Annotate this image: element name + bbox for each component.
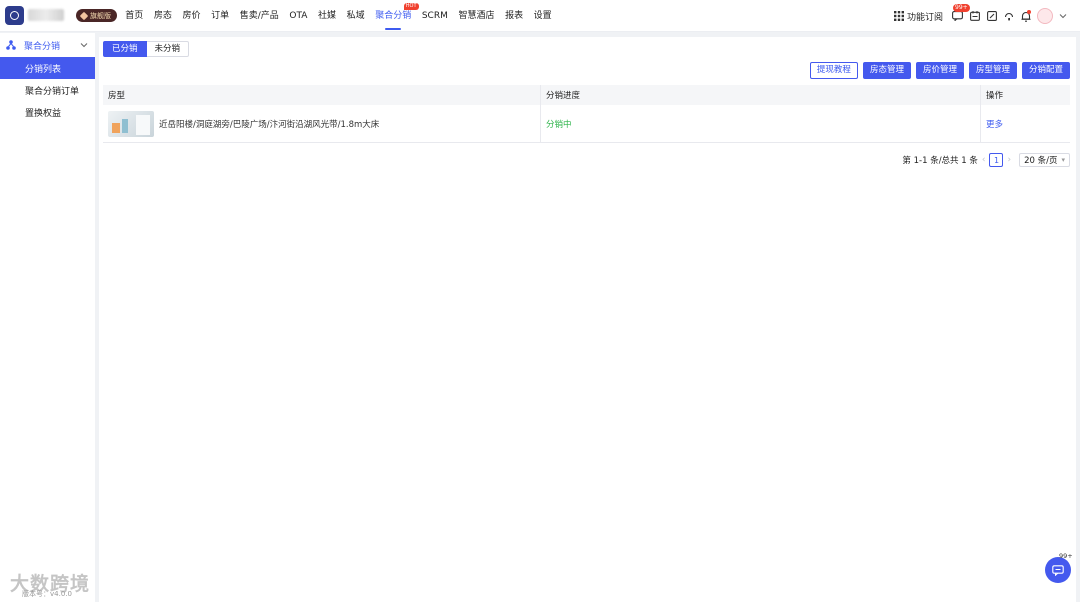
prev-page-icon[interactable]: ‹ (982, 155, 986, 165)
column-header-progress: 分销进度 (541, 85, 981, 105)
sidebar-group-label: 聚合分销 (24, 41, 61, 52)
nav-label: 首页 (125, 11, 144, 21)
nav-ota[interactable]: OTA (284, 0, 313, 32)
notification-dot (1027, 9, 1031, 14)
avatar[interactable] (1037, 8, 1053, 24)
chat-badge: 99+ (1059, 552, 1073, 560)
nav-reports[interactable]: 报表 (500, 0, 529, 32)
service-button[interactable] (1001, 9, 1016, 24)
app-logo[interactable] (5, 6, 24, 25)
chat-support-button[interactable] (1045, 557, 1071, 583)
room-type-management-button[interactable]: 房型管理 (968, 62, 1017, 79)
nav-label: SCRM (421, 11, 448, 21)
nav-label: 房价 (182, 11, 201, 21)
edition-badge: 旗舰版 (76, 9, 117, 22)
chat-icon (1052, 564, 1064, 576)
sidebar-item-label: 聚合分销订单 (25, 86, 80, 97)
more-link[interactable]: 更多 (986, 118, 1003, 130)
column-header-room-type: 房型 (103, 85, 541, 105)
sidebar-item-distribution-list[interactable]: 分销列表 (0, 57, 95, 79)
nav-label: 社媒 (318, 11, 337, 21)
progress-cell: 分销中 (541, 105, 981, 142)
status-badge: 分销中 (546, 119, 572, 130)
nav-label: 设置 (533, 11, 552, 21)
sidebar-item-exchange-benefits[interactable]: 置换权益 (0, 101, 95, 123)
top-navigation-bar: 旗舰版 首页 房态 房价 订单 售卖/产品 OTA 社媒 私域 聚合分销 HOT … (0, 0, 1080, 32)
headset-icon (1004, 12, 1013, 21)
pagination: 第 1-1 条/总共 1 条 ‹ 1 › 20 条/页 ▾ (902, 153, 1070, 167)
nav-label: 私域 (346, 11, 365, 21)
calendar-button[interactable] (967, 9, 982, 24)
function-subscribe-button[interactable]: 功能订阅 (893, 10, 943, 23)
store-name-blurred[interactable] (28, 9, 64, 21)
message-icon (952, 11, 963, 21)
room-status-management-button[interactable]: 房态管理 (862, 62, 911, 79)
function-subscribe-label: 功能订阅 (906, 12, 943, 23)
withdraw-tutorial-button[interactable]: 提现教程 (809, 62, 858, 79)
gem-icon (79, 11, 89, 20)
sidebar-item-label: 置换权益 (25, 108, 62, 119)
room-thumbnail[interactable] (108, 110, 154, 137)
nav-label: 房态 (153, 11, 172, 21)
nav-label: 智慧酒店 (458, 11, 495, 21)
action-buttons: 提现教程 房态管理 房价管理 房型管理 分销配置 (809, 62, 1070, 79)
grid-icon (893, 11, 904, 21)
nav-sales-products[interactable]: 售卖/产品 (234, 0, 284, 32)
distribution-status-tabs: 已分销 未分销 (103, 41, 190, 57)
nav-room-status[interactable]: 房态 (149, 0, 178, 32)
edit-button[interactable] (984, 9, 999, 24)
header-tools: 功能订阅 99+ (893, 0, 1070, 32)
nav-settings[interactable]: 设置 (528, 0, 557, 32)
nav-aggregate-distribution[interactable]: 聚合分销 HOT (370, 0, 419, 32)
version-text: 版本号：v4.0.0 (22, 590, 72, 598)
nav-label: 订单 (211, 11, 230, 21)
message-button[interactable]: 99+ (950, 3, 970, 24)
nav-label: 售卖/产品 (239, 11, 279, 21)
tab-distributed[interactable]: 已分销 (103, 41, 147, 57)
nav-home[interactable]: 首页 (120, 0, 149, 32)
next-page-icon[interactable]: › (1007, 155, 1011, 165)
sidebar-item-distribution-orders[interactable]: 聚合分销订单 (0, 79, 95, 101)
nav-label: OTA (289, 11, 308, 21)
tab-not-distributed[interactable]: 未分销 (146, 41, 190, 57)
room-price-management-button[interactable]: 房价管理 (915, 62, 964, 79)
page-size-select[interactable]: 20 条/页 ▾ (1019, 153, 1070, 167)
sidebar-item-label: 分销列表 (25, 64, 62, 75)
account-menu-toggle[interactable] (1055, 9, 1070, 24)
sidebar-group-aggregate-distribution[interactable]: 聚合分销 (0, 33, 95, 57)
table-header: 房型 分销进度 操作 (103, 85, 1070, 105)
distribution-icon (6, 40, 16, 50)
notification-button[interactable] (1018, 9, 1033, 24)
logo-mark-icon (10, 11, 19, 20)
room-name: 近岳阳楼/洞庭湖旁/巴陵广场/汴河街沿湖风光带/1.8m大床 (159, 119, 380, 130)
page-size-value: 20 条/页 (1024, 156, 1058, 166)
page-number-current[interactable]: 1 (989, 153, 1004, 167)
distribution-config-button[interactable]: 分销配置 (1021, 62, 1070, 79)
nav-private-domain[interactable]: 私域 (341, 0, 370, 32)
main-content: 已分销 未分销 提现教程 房态管理 房价管理 房型管理 分销配置 房型 分销进度… (99, 37, 1076, 602)
column-header-actions: 操作 (986, 91, 1004, 101)
calendar-icon (969, 11, 980, 21)
chevron-down-icon (1059, 14, 1066, 19)
nav-orders[interactable]: 订单 (206, 0, 235, 32)
table-row: 近岳阳楼/洞庭湖旁/巴陵广场/汴河街沿湖风光带/1.8m大床 分销中 更多 (103, 105, 1070, 143)
nav-room-price[interactable]: 房价 (177, 0, 206, 32)
chevron-down-icon (80, 43, 88, 48)
room-type-cell: 近岳阳楼/洞庭湖旁/巴陵广场/汴河街沿湖风光带/1.8m大床 (103, 105, 541, 142)
nav-social[interactable]: 社媒 (313, 0, 342, 32)
pagination-summary: 第 1-1 条/总共 1 条 (902, 156, 978, 166)
edition-badge-label: 旗舰版 (90, 11, 111, 20)
edit-icon (986, 11, 997, 21)
sidebar: 聚合分销 分销列表 聚合分销订单 置换权益 (0, 33, 95, 602)
nav-scrm[interactable]: SCRM (417, 0, 454, 32)
chevron-down-icon: ▾ (1061, 156, 1065, 164)
actions-cell: 更多 (981, 105, 1070, 142)
main-nav: 首页 房态 房价 订单 售卖/产品 OTA 社媒 私域 聚合分销 HOT SCRM… (120, 0, 557, 32)
distribution-table: 房型 分销进度 操作 近岳阳楼/洞庭湖旁/巴陵广场/汴河街沿湖风光带/1.8m大… (103, 85, 1070, 143)
nav-smart-hotel[interactable]: 智慧酒店 (453, 0, 500, 32)
nav-label: 报表 (505, 11, 524, 21)
nav-label: 聚合分销 (375, 11, 412, 21)
